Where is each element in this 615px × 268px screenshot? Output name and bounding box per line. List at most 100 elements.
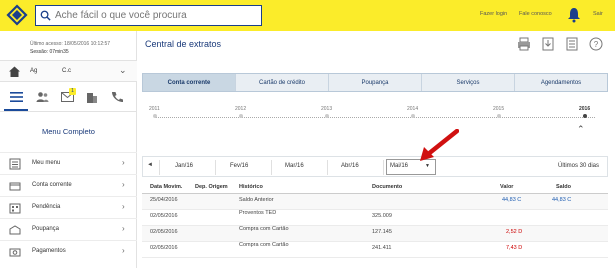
home-icon[interactable] bbox=[8, 65, 21, 78]
sidebar-item-checking[interactable]: Conta corrente › bbox=[0, 174, 137, 196]
cell-value: 44,83 C bbox=[502, 197, 522, 203]
sidebar-item-savings[interactable]: Poupança › bbox=[0, 218, 137, 240]
year-2011[interactable]: 2011 bbox=[149, 106, 160, 112]
tab-services[interactable]: Serviços bbox=[422, 74, 515, 91]
chevron-right-icon: › bbox=[122, 202, 125, 211]
year-2012[interactable]: 2012 bbox=[235, 106, 246, 112]
year-timeline: 2011 2012 2013 2014 2015 2016 ⌃ bbox=[145, 106, 605, 136]
chevron-right-icon: › bbox=[122, 246, 125, 255]
table-row[interactable]: 02/05/2016 Compra com Cartão 241.411 7,4… bbox=[142, 242, 608, 258]
cell-date: 25/04/2016 bbox=[150, 197, 178, 203]
cell-history: Compra com Cartão bbox=[239, 242, 289, 248]
sidebar-item-label: Pagamentos bbox=[32, 248, 66, 254]
tab-checking[interactable]: Conta corrente bbox=[143, 74, 236, 91]
search-icon[interactable] bbox=[40, 10, 51, 21]
statement-tabs: Conta corrente Cartão de crédito Poupanç… bbox=[142, 73, 608, 92]
table-row[interactable]: 02/05/2016 Compra com Cartão 127.145 2,5… bbox=[142, 226, 608, 242]
help-icon[interactable]: ? bbox=[589, 37, 603, 51]
timeline-dot-active bbox=[583, 114, 587, 118]
prev-month-arrow-icon[interactable]: ◄ bbox=[147, 162, 153, 168]
chevron-right-icon: › bbox=[122, 180, 125, 189]
sidebar-item-my-menu[interactable]: Meu menu › bbox=[0, 152, 137, 174]
sidebar-item-pending[interactable]: Pendência › bbox=[0, 196, 137, 218]
col-document: Documento bbox=[372, 184, 403, 190]
sidebar: Último acesso: 18/05/2016 10:12:57 Sessã… bbox=[0, 31, 137, 268]
year-2014[interactable]: 2014 bbox=[407, 106, 418, 112]
cell-balance: 44,83 C bbox=[552, 197, 572, 203]
cell-date: 02/05/2016 bbox=[150, 229, 178, 235]
divider bbox=[215, 160, 216, 175]
search-input[interactable] bbox=[55, 10, 245, 21]
menu-title: Menu Completo bbox=[42, 127, 95, 136]
login-link[interactable]: Fazer login bbox=[480, 11, 507, 17]
red-arrow-annotation bbox=[420, 129, 459, 161]
year-2016[interactable]: 2016 bbox=[579, 106, 590, 112]
table-header: Data Movim. Dep. Origem Histórico Docume… bbox=[142, 181, 608, 194]
cell-document: 325.009 bbox=[372, 213, 392, 219]
cell-history: Compra com Cartão bbox=[239, 226, 289, 232]
timeline-line bbox=[155, 117, 595, 118]
selected-month: Mai/16 bbox=[390, 163, 409, 169]
sidebar-item-label: Pendência bbox=[32, 204, 61, 210]
agency-label: Ag bbox=[30, 68, 38, 74]
notification-badge: 1 bbox=[69, 88, 76, 95]
active-indicator bbox=[4, 109, 28, 111]
col-date: Data Movim. bbox=[150, 184, 183, 190]
sidebar-item-label: Conta corrente bbox=[32, 182, 72, 188]
phone-icon[interactable] bbox=[111, 91, 123, 103]
account-selector[interactable]: Ag C.c ⌄ bbox=[0, 60, 137, 82]
document-icon[interactable] bbox=[565, 37, 579, 51]
search-box[interactable] bbox=[35, 5, 262, 26]
month-apr[interactable]: Abr/16 bbox=[341, 163, 359, 169]
divider bbox=[383, 160, 384, 175]
divider bbox=[159, 160, 160, 175]
cell-document: 241.411 bbox=[372, 245, 392, 251]
cell-value: 2,52 D bbox=[506, 229, 523, 235]
last-access-text: Último acesso: 18/05/2016 10:12:57 bbox=[30, 41, 111, 47]
dropdown-arrow-icon: ▼ bbox=[425, 163, 430, 169]
main-content: Central de extratos ? Conta corrente Car… bbox=[137, 31, 615, 268]
timeline-dot bbox=[497, 114, 501, 118]
last-30-days[interactable]: Últimos 30 dias bbox=[558, 163, 599, 169]
month-feb[interactable]: Fev/16 bbox=[230, 163, 248, 169]
sidebar-item-payments[interactable]: Pagamentos › bbox=[0, 240, 137, 262]
chevron-down-icon[interactable]: ⌄ bbox=[119, 65, 127, 76]
top-bar: Fazer login Fale conosco Sair bbox=[0, 0, 615, 31]
divider bbox=[327, 160, 328, 175]
timeline-dot bbox=[325, 114, 329, 118]
statement-table: Data Movim. Dep. Origem Histórico Docume… bbox=[142, 181, 608, 258]
building-icon[interactable] bbox=[86, 91, 98, 103]
month-selector: ◄ Jan/16 Fev/16 Mar/16 Abr/16 Mai/16 ▼ Ú… bbox=[142, 156, 608, 177]
cell-history: Proventos TED bbox=[239, 210, 277, 216]
sidebar-icon-row: 1 bbox=[0, 84, 137, 112]
banco-logo-icon[interactable] bbox=[6, 4, 28, 26]
month-jan[interactable]: Jan/16 bbox=[175, 163, 193, 169]
cell-document: 127.145 bbox=[372, 229, 392, 235]
bell-icon[interactable] bbox=[567, 7, 581, 23]
table-row[interactable]: 25/04/2016 Saldo Anterior 44,83 C 44,83 … bbox=[142, 194, 608, 210]
hamburger-menu-icon[interactable] bbox=[10, 91, 23, 103]
savings-icon bbox=[9, 225, 21, 235]
download-icon[interactable] bbox=[541, 37, 555, 51]
year-2013[interactable]: 2013 bbox=[321, 106, 332, 112]
users-icon[interactable] bbox=[36, 91, 49, 103]
month-mar[interactable]: Mar/16 bbox=[285, 163, 304, 169]
col-history: Histórico bbox=[239, 184, 263, 190]
print-icon[interactable] bbox=[517, 37, 531, 51]
chevron-up-icon: ⌃ bbox=[577, 124, 585, 134]
table-row[interactable]: 02/05/2016 Proventos TED 325.009 bbox=[142, 210, 608, 226]
tab-savings[interactable]: Poupança bbox=[329, 74, 422, 91]
sidebar-item-label: Meu menu bbox=[32, 160, 61, 166]
cell-value: 7,43 D bbox=[506, 245, 523, 251]
svg-text:?: ? bbox=[594, 40, 599, 49]
timeline-dot bbox=[239, 114, 243, 118]
tab-credit-card[interactable]: Cartão de crédito bbox=[236, 74, 329, 91]
year-2015[interactable]: 2015 bbox=[493, 106, 504, 112]
chevron-right-icon: › bbox=[122, 224, 125, 233]
cell-date: 02/05/2016 bbox=[150, 213, 178, 219]
tab-scheduled[interactable]: Agendamentos bbox=[515, 74, 607, 91]
contact-link[interactable]: Fale conosco bbox=[519, 11, 552, 17]
pending-icon bbox=[9, 203, 21, 214]
logout-link[interactable]: Sair bbox=[593, 11, 603, 17]
timeline-dot bbox=[153, 114, 157, 118]
